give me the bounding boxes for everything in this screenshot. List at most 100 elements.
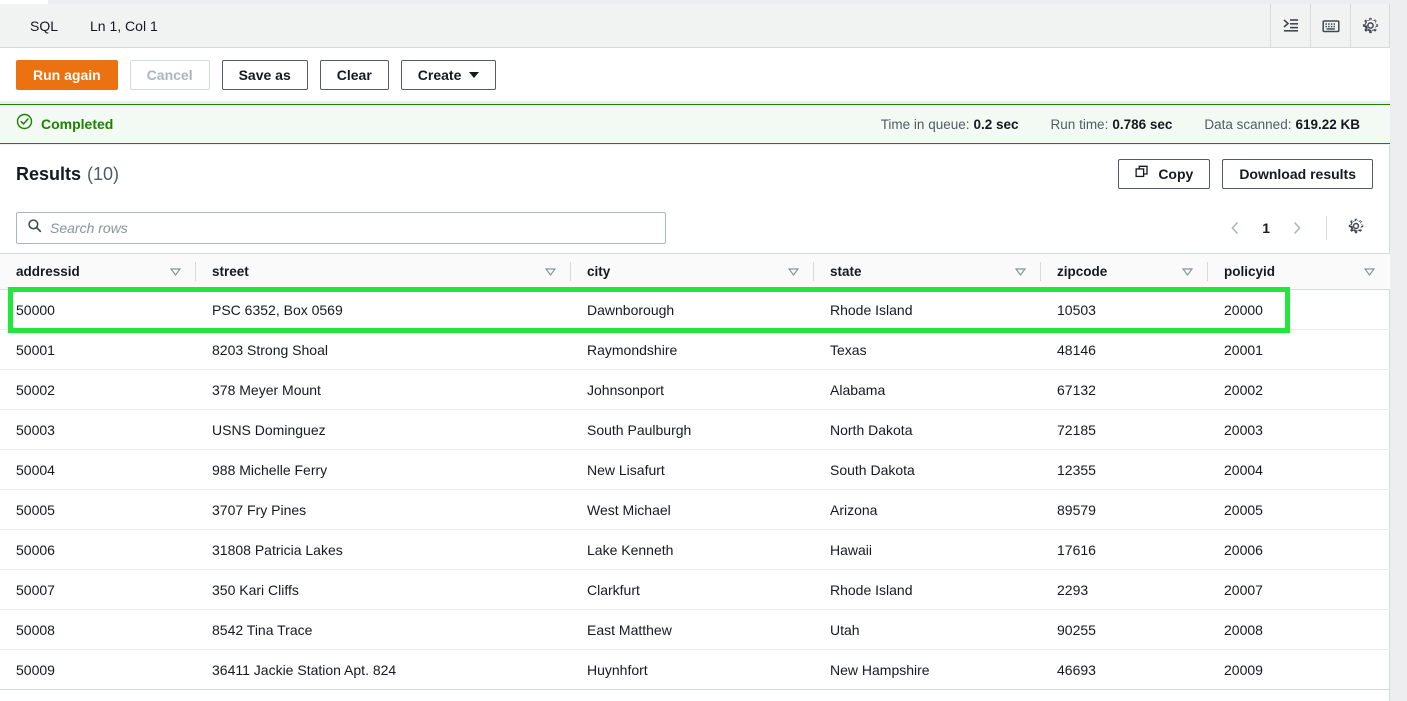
metric-run-time-value: 0.786 sec <box>1112 117 1172 132</box>
cell-zipcode: 46693 <box>1041 650 1208 690</box>
status-left-group: Completed <box>16 113 113 135</box>
column-header-policyid-label: policyid <box>1224 264 1364 279</box>
search-input[interactable] <box>50 213 655 243</box>
settings-gear-icon-button[interactable] <box>1350 4 1390 48</box>
column-header-addressid[interactable]: addressid <box>0 254 196 290</box>
table-row[interactable]: 50004988 Michelle FerryNew LisafurtSouth… <box>0 450 1390 490</box>
sort-triangle-icon[interactable] <box>788 268 798 275</box>
cancel-button: Cancel <box>130 60 210 90</box>
table-row[interactable]: 500053707 Fry PinesWest MichaelArizona89… <box>0 490 1390 530</box>
create-dropdown-button[interactable]: Create <box>401 60 497 90</box>
table-row[interactable]: 500018203 Strong ShoalRaymondshireTexas4… <box>0 330 1390 370</box>
metric-run-time-label: Run time: <box>1051 117 1109 132</box>
cell-city: South Paulburgh <box>571 410 814 450</box>
cell-zipcode: 67132 <box>1041 370 1208 410</box>
table-row[interactable]: 50007350 Kari CliffsClarkfurtRhode Islan… <box>0 570 1390 610</box>
metric-data-scanned-value: 619.22 KB <box>1295 117 1360 132</box>
column-header-zipcode[interactable]: zipcode <box>1041 254 1208 290</box>
copy-icon <box>1135 165 1150 183</box>
cell-policyid: 20008 <box>1208 610 1390 650</box>
cell-street: 350 Kari Cliffs <box>196 570 571 610</box>
column-header-street-label: street <box>212 264 545 279</box>
sort-triangle-icon[interactable] <box>1182 268 1192 275</box>
keyboard-icon-button[interactable] <box>1310 4 1350 48</box>
metric-run-time: Run time:0.786 sec <box>1051 117 1173 132</box>
column-header-addressid-label: addressid <box>16 264 170 279</box>
sort-triangle-icon[interactable] <box>1015 268 1025 275</box>
column-header-city-label: city <box>587 264 788 279</box>
cell-policyid: 20004 <box>1208 450 1390 490</box>
results-table-head: addressid street <box>0 254 1390 290</box>
column-header-state[interactable]: state <box>814 254 1041 290</box>
editor-caret-position: Ln 1, Col 1 <box>90 18 158 34</box>
cell-policyid: 20001 <box>1208 330 1390 370</box>
cell-policyid: 20007 <box>1208 570 1390 610</box>
cell-street: 31808 Patricia Lakes <box>196 530 571 570</box>
column-header-street[interactable]: street <box>196 254 571 290</box>
metric-time-in-queue-label: Time in queue: <box>881 117 970 132</box>
pagination-page-1[interactable]: 1 <box>1254 220 1278 236</box>
cell-zipcode: 72185 <box>1041 410 1208 450</box>
cell-zipcode: 90255 <box>1041 610 1208 650</box>
table-row[interactable]: 50000PSC 6352, Box 0569DawnboroughRhode … <box>0 290 1390 330</box>
clear-button[interactable]: Clear <box>320 60 389 90</box>
check-circle-icon <box>16 113 33 135</box>
sort-triangle-icon[interactable] <box>170 268 180 275</box>
cell-policyid: 20009 <box>1208 650 1390 690</box>
format-indent-icon-button[interactable] <box>1270 4 1310 48</box>
cell-zipcode: 12355 <box>1041 450 1208 490</box>
gear-icon <box>1361 16 1380 35</box>
cell-state: Utah <box>814 610 1041 650</box>
run-again-button[interactable]: Run again <box>16 60 118 90</box>
column-header-policyid[interactable]: policyid <box>1208 254 1390 290</box>
table-header-row: addressid street <box>0 254 1390 290</box>
cell-state: Hawaii <box>814 530 1041 570</box>
pagination-divider <box>1326 216 1327 240</box>
results-count: (10) <box>87 164 119 185</box>
keyboard-icon <box>1322 17 1340 35</box>
query-action-bar: Run again Cancel Save as Clear Create <box>0 48 1390 101</box>
cell-addressid: 50004 <box>0 450 196 490</box>
cell-city: Clarkfurt <box>571 570 814 610</box>
cell-city: New Lisafurt <box>571 450 814 490</box>
table-row[interactable]: 500088542 Tina TraceEast MatthewUtah9025… <box>0 610 1390 650</box>
column-header-city[interactable]: city <box>571 254 814 290</box>
save-as-button[interactable]: Save as <box>222 60 308 90</box>
table-row[interactable]: 50002378 Meyer MountJohnsonportAlabama67… <box>0 370 1390 410</box>
sort-triangle-icon[interactable] <box>545 268 555 275</box>
editor-language-label: SQL <box>30 18 58 34</box>
results-header-buttons: Copy Download results <box>1118 159 1373 189</box>
cell-addressid: 50009 <box>0 650 196 690</box>
cell-street: 8542 Tina Trace <box>196 610 571 650</box>
table-row[interactable]: 50003USNS DominguezSouth PaulburghNorth … <box>0 410 1390 450</box>
cell-state: Alabama <box>814 370 1041 410</box>
search-rows-box[interactable] <box>16 212 666 244</box>
pagination-next-button[interactable] <box>1282 213 1312 243</box>
metric-data-scanned-label: Data scanned: <box>1204 117 1291 132</box>
cell-street: 36411 Jackie Station Apt. 824 <box>196 650 571 690</box>
cell-street: 3707 Fry Pines <box>196 490 571 530</box>
cell-state: North Dakota <box>814 410 1041 450</box>
query-results-page: SQL Ln 1, Col 1 <box>0 0 1407 701</box>
cell-addressid: 50008 <box>0 610 196 650</box>
sort-triangle-icon[interactable] <box>1364 268 1374 275</box>
cell-city: Lake Kenneth <box>571 530 814 570</box>
chevron-left-icon <box>1229 221 1241 235</box>
cell-state: New Hampshire <box>814 650 1041 690</box>
cell-addressid: 50003 <box>0 410 196 450</box>
search-icon <box>27 218 42 238</box>
cell-city: Dawnborough <box>571 290 814 330</box>
metric-time-in-queue-value: 0.2 sec <box>974 117 1019 132</box>
table-row[interactable]: 5000631808 Patricia LakesLake KennethHaw… <box>0 530 1390 570</box>
cell-city: Huynhfort <box>571 650 814 690</box>
table-preferences-button[interactable] <box>1341 213 1371 243</box>
editor-status-bar: SQL Ln 1, Col 1 <box>0 4 1390 48</box>
metric-data-scanned: Data scanned: 619.22 KB <box>1204 117 1360 132</box>
pagination-prev-button[interactable] <box>1220 213 1250 243</box>
cell-policyid: 20000 <box>1208 290 1390 330</box>
cell-street: PSC 6352, Box 0569 <box>196 290 571 330</box>
results-table: addressid street <box>0 253 1390 690</box>
table-row[interactable]: 5000936411 Jackie Station Apt. 824Huynhf… <box>0 650 1390 690</box>
copy-button[interactable]: Copy <box>1118 159 1210 189</box>
download-results-button[interactable]: Download results <box>1222 159 1373 189</box>
